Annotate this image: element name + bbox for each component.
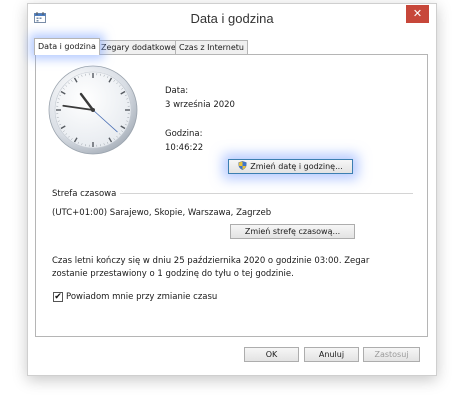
- checkmark-icon: ✔: [54, 292, 62, 302]
- tab-additional-clocks[interactable]: Zegary dodatkowe: [97, 40, 180, 55]
- date-time-dialog: Data i godzina ✕ Data i godzina Zegary d…: [27, 3, 437, 376]
- clock-center-pin: [91, 108, 95, 112]
- window-title: Data i godzina: [190, 11, 274, 26]
- dst-notice-line1: Czas letni kończy się w dniu 25 paździer…: [52, 256, 370, 266]
- tab-content-panel: Data: 3 września 2020 Godzina: 10:46:22 …: [35, 54, 428, 337]
- cancel-button[interactable]: Anuluj: [304, 347, 359, 362]
- dst-notice-line2: zostanie przestawiony o 1 godzinę do tył…: [52, 269, 294, 279]
- time-value: 10:46:22: [165, 143, 204, 153]
- change-date-time-button[interactable]: Zmień datę i godzinę...: [228, 159, 353, 174]
- change-date-time-label: Zmień datę i godzinę...: [250, 162, 343, 171]
- tab-date-time[interactable]: Data i godzina: [34, 38, 100, 55]
- change-timezone-button[interactable]: Zmień strefę czasową...: [230, 224, 355, 239]
- apply-button[interactable]: Zastosuj: [363, 347, 420, 362]
- notify-dst-label[interactable]: Powiadom mnie przy zmianie czasu: [66, 292, 217, 302]
- notify-dst-checkbox[interactable]: ✔: [53, 292, 63, 302]
- title-bar: Data i godzina ✕: [28, 4, 436, 32]
- date-label: Data:: [165, 86, 189, 96]
- timezone-divider: [120, 193, 413, 194]
- tab-internet-time[interactable]: Czas z Internetu: [175, 40, 248, 55]
- date-value: 3 września 2020: [165, 100, 235, 110]
- close-button[interactable]: ✕: [406, 5, 429, 23]
- ok-button[interactable]: OK: [244, 347, 299, 362]
- timezone-value: (UTC+01:00) Sarajewo, Skopie, Warszawa, …: [52, 208, 272, 218]
- timezone-section-label: Strefa czasowa: [52, 189, 117, 199]
- uac-shield-icon: [238, 161, 247, 170]
- close-icon: ✕: [412, 7, 423, 20]
- time-label: Godzina:: [165, 129, 203, 139]
- analog-clock: [48, 65, 138, 155]
